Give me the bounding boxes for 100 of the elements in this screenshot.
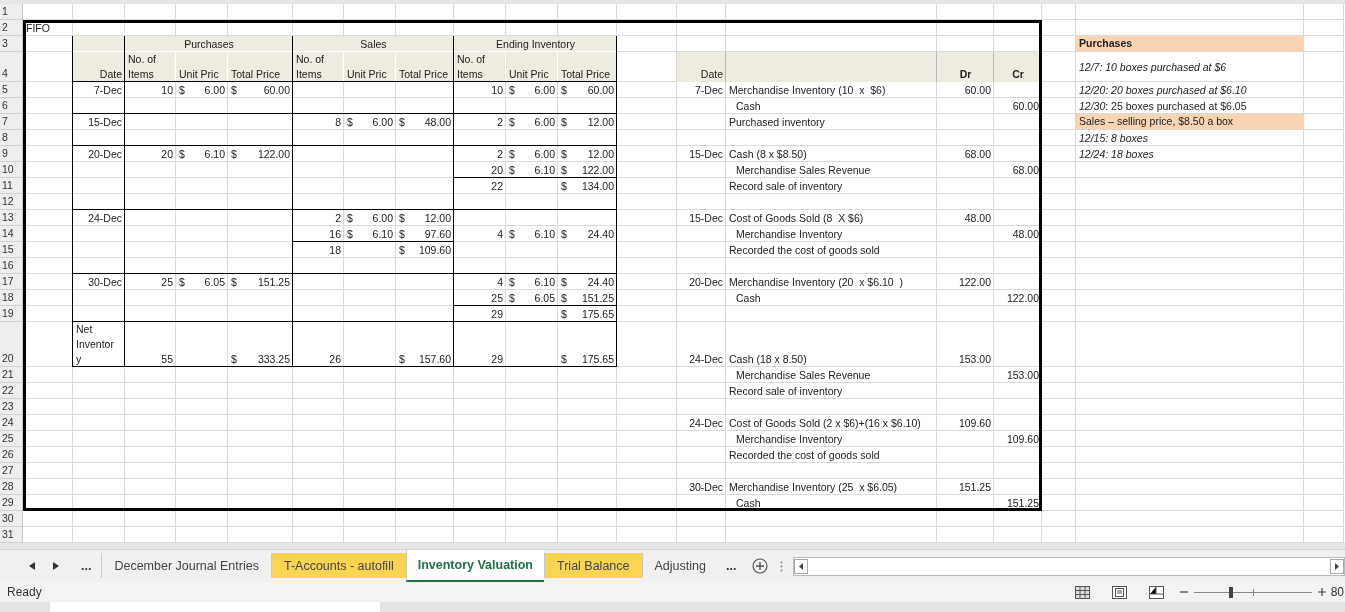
- normal-view-icon[interactable]: [1074, 585, 1090, 599]
- zoom-slider[interactable]: [1193, 586, 1312, 598]
- sheet-tab[interactable]: Trial Balance: [544, 553, 642, 578]
- date-cell-text: 24-Dec: [688, 352, 724, 367]
- row-number: 22: [0, 383, 23, 399]
- horizontal-scrollbar[interactable]: [793, 556, 1345, 576]
- account-cell-text: Cash (8 x $8.50): [728, 147, 808, 162]
- note-text: 12/24: 18 boxes: [1078, 147, 1155, 162]
- table-cell-text: 10: [160, 83, 174, 98]
- sheet-tab[interactable]: Adjusting: [641, 553, 718, 578]
- page-break-icon[interactable]: [1148, 585, 1164, 599]
- scroll-left-icon[interactable]: [794, 558, 809, 574]
- zoom-level[interactable]: 80: [1330, 585, 1345, 599]
- date-cell-text: 15-Dec: [688, 147, 724, 162]
- column-header: No. of Items: [127, 52, 157, 82]
- more-tabs-button[interactable]: ...: [77, 559, 96, 573]
- amount-cell-text: 68.00: [1011, 163, 1040, 178]
- memo-text: Purchased inventory: [728, 115, 826, 130]
- row-number: 18: [0, 290, 23, 306]
- sheet-tab[interactable]: T-Accounts - autofill: [270, 553, 406, 578]
- memo-text: Recorded the cost of goods sold: [728, 448, 881, 463]
- account-cell-text: Cash: [735, 99, 762, 114]
- row-number: 13: [0, 210, 23, 226]
- table-cell-text: $ 151.25: [230, 275, 291, 290]
- row-number: 23: [0, 399, 23, 415]
- column-header: No. of Items: [456, 52, 486, 82]
- row-number: 11: [0, 178, 23, 194]
- row-number: 21: [0, 367, 23, 383]
- table-cell-text: $ 97.60: [398, 227, 452, 242]
- sheet-tab[interactable]: December Journal Entries: [101, 553, 271, 578]
- table-cell-text: $ 122.00: [230, 147, 291, 162]
- amount-cell-text: 151.25: [957, 480, 992, 495]
- zoom-in-icon[interactable]: [1317, 588, 1326, 596]
- date-cell-text: 20-Dec: [87, 147, 123, 162]
- amount-cell-text: 109.60: [957, 416, 992, 431]
- memo-text: Record sale of inventory: [728, 179, 844, 194]
- table-cell-text: $ 6.00: [508, 115, 556, 130]
- page-layout-icon[interactable]: [1111, 585, 1127, 599]
- table-cell-text: 20: [490, 163, 504, 178]
- table-cell-text: $ 175.65: [560, 307, 615, 322]
- table-cell-text: $ 6.10: [178, 147, 226, 162]
- row-number: 15: [0, 242, 23, 258]
- add-sheet-icon[interactable]: [752, 558, 769, 574]
- note-text: 12/7: 10 boxes purchased at $6: [1078, 59, 1228, 75]
- amount-cell-text: 48.00: [1011, 227, 1040, 242]
- table-cell-text: $ 6.05: [508, 291, 556, 306]
- table-cell-text: 4: [496, 275, 504, 290]
- account-cell-text: Cost of Goods Sold (8 X $6): [728, 211, 865, 226]
- account-cell-text: Cash: [735, 496, 762, 511]
- row-number: 16: [0, 258, 23, 274]
- options-icon[interactable]: [780, 560, 784, 572]
- scroll-right-icon[interactable]: [53, 562, 59, 570]
- row-number: 6: [0, 98, 23, 114]
- date-cell-text: 15-Dec: [87, 115, 123, 130]
- table-cell-text: $ 134.00: [560, 179, 615, 194]
- more-tabs-button[interactable]: ...: [721, 559, 741, 573]
- zoom-out-icon[interactable]: [1179, 588, 1188, 596]
- sheet-tab[interactable]: Inventory Valuation: [405, 550, 544, 582]
- table-cell-text: $ 6.00: [346, 115, 394, 130]
- table-cell-text: 29: [490, 307, 504, 322]
- row-number: 9: [0, 146, 23, 162]
- account-cell-text: Cost of Goods Sold (2 x $6)+(16 x $6.10): [728, 416, 922, 431]
- column-header: Unit Pric: [178, 67, 220, 82]
- date-cell-text: 30-Dec: [688, 480, 724, 495]
- amount-cell-text: 48.00: [963, 211, 992, 226]
- table-cell-text: $ 6.00: [508, 83, 556, 98]
- table-cell-text: 25: [490, 291, 504, 306]
- search-field[interactable]: [50, 602, 380, 612]
- sheet-title: FIFO: [25, 21, 51, 36]
- table-cell-text: $ 109.60: [398, 243, 452, 258]
- column-header: Total Price: [230, 67, 282, 82]
- row-number: 28: [0, 479, 23, 495]
- table-cell-text: $ 6.00: [508, 147, 556, 162]
- row-number: 12: [0, 194, 23, 210]
- table-cell-text: 25: [160, 275, 174, 290]
- date-cell-text: 24-Dec: [87, 211, 123, 226]
- table-cell-text: 22: [490, 179, 504, 194]
- group-header: Purchases: [183, 37, 235, 52]
- date-cell-text: 7-Dec: [694, 83, 724, 98]
- account-cell-text: Merchandise Inventory: [735, 432, 844, 447]
- amount-cell-text: 153.00: [1005, 368, 1040, 383]
- account-cell-text: Merchandise Inventory (20 x $6.10 ): [728, 275, 904, 290]
- account-cell-text: Merchandise Inventory (25 x $6.05): [728, 480, 899, 495]
- account-cell-text: Merchandise Sales Revenue: [735, 368, 872, 383]
- row-number: 2: [0, 20, 23, 36]
- row-number: 25: [0, 431, 23, 447]
- row-number: 7: [0, 114, 23, 130]
- group-header: Sales: [359, 37, 388, 52]
- table-cell-text: 18: [328, 243, 342, 258]
- table-cell-text: 2: [496, 115, 504, 130]
- table-cell-text: 55: [160, 352, 174, 367]
- table-cell-text: $ 175.65: [560, 352, 615, 367]
- row-label: Net Inventory: [75, 322, 115, 367]
- column-header: Unit Pric: [508, 67, 550, 82]
- amount-cell-text: 109.60: [1005, 432, 1040, 447]
- scroll-right-icon[interactable]: [1330, 558, 1344, 574]
- scroll-left-icon[interactable]: [29, 562, 35, 570]
- table-cell-text: 2: [334, 211, 342, 226]
- row-number: 3: [0, 36, 23, 52]
- table-cell-text: $ 157.60: [398, 352, 452, 367]
